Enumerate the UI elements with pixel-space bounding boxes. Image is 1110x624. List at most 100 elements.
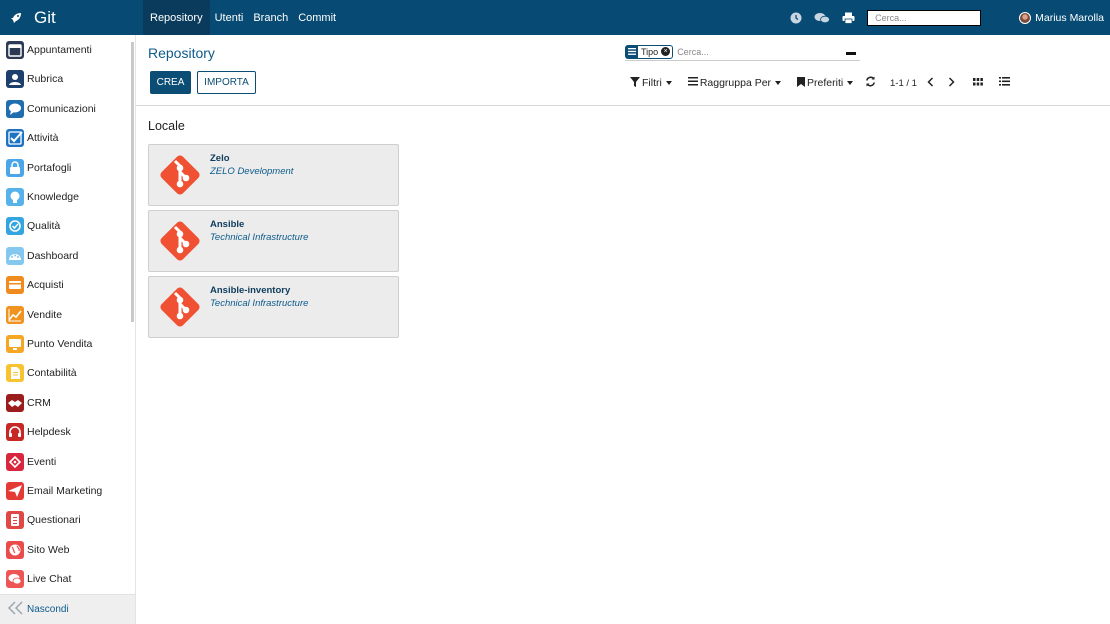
git-logo-icon bbox=[155, 150, 205, 200]
repository-name: Ansible-inventory bbox=[210, 285, 291, 296]
bookmark-icon bbox=[797, 76, 806, 90]
list-view-icon[interactable] bbox=[998, 77, 1010, 89]
repository-project: Technical Infrastructure bbox=[210, 232, 309, 243]
sidebar-item-label: Acquisti bbox=[27, 279, 64, 292]
caret-down-icon bbox=[665, 81, 672, 85]
search-toggle-icon[interactable] bbox=[846, 52, 856, 55]
sidebar-item-email-marketing[interactable]: Email Marketing bbox=[6, 481, 102, 501]
kanban-card[interactable]: Ansible Technical Infrastructure bbox=[148, 210, 399, 272]
sidebar-item-crm[interactable]: CRM bbox=[6, 393, 51, 413]
user-menu[interactable]: Marius Marolla bbox=[1019, 11, 1104, 24]
sidebar-item-qualit[interactable]: Qualità bbox=[6, 216, 60, 236]
sidebar-item-vendite[interactable]: Vendite bbox=[6, 305, 62, 325]
sidebar-item-label: Portafogli bbox=[27, 161, 72, 174]
kanban-view: Locale Zelo ZELO Development Ansible Techni… bbox=[136, 107, 1110, 624]
filters-label: Filtri bbox=[642, 77, 662, 89]
group-by-dropdown[interactable]: Raggruppa Per bbox=[687, 75, 782, 91]
import-button[interactable]: IMPORTA bbox=[197, 71, 256, 94]
sidebar-item-label: Live Chat bbox=[27, 573, 72, 586]
sidebar-item-label: Eventi bbox=[27, 455, 57, 468]
avatar bbox=[1019, 11, 1032, 24]
top-menu: Repository Utenti Branch Commit bbox=[143, 0, 341, 35]
top-menu-utenti[interactable]: Utenti bbox=[210, 0, 249, 35]
livechat-icon bbox=[6, 570, 24, 589]
pager: 1-1 / 1 bbox=[865, 75, 1010, 91]
search-view: Tipo × Cerca... bbox=[625, 43, 860, 61]
dashboard-icon bbox=[6, 246, 24, 265]
sidebar-item-label: Questionari bbox=[27, 514, 81, 527]
top-right-area: Cerca... Marius Marolla bbox=[783, 0, 1110, 35]
search-input[interactable]: Cerca... bbox=[677, 47, 709, 57]
globe-icon bbox=[6, 540, 24, 559]
chart-icon bbox=[6, 305, 24, 324]
print-icon[interactable] bbox=[835, 0, 861, 35]
sidebar-collapse-button[interactable]: Nascondi bbox=[0, 594, 135, 624]
rocket-icon bbox=[10, 12, 22, 24]
caret-down-icon bbox=[847, 81, 854, 85]
sidebar-item-knowledge[interactable]: Knowledge bbox=[6, 187, 79, 207]
app-brand[interactable]: Git bbox=[0, 0, 143, 35]
caret-down-icon bbox=[775, 81, 782, 85]
contacts-icon bbox=[6, 70, 24, 89]
git-logo-icon bbox=[155, 282, 205, 332]
chevron-left-icon[interactable] bbox=[927, 76, 934, 90]
sidebar-item-comunicazioni[interactable]: Comunicazioni bbox=[6, 99, 96, 119]
sidebar-item-rubrica[interactable]: Rubrica bbox=[6, 69, 63, 89]
filters-dropdown[interactable]: Filtri bbox=[630, 75, 672, 91]
sidebar-item-label: Helpdesk bbox=[27, 426, 71, 439]
monitor-icon bbox=[6, 335, 24, 353]
control-panel: Repository CREA IMPORTA Tipo × Cerca... … bbox=[136, 35, 1110, 106]
refresh-icon[interactable] bbox=[865, 76, 876, 90]
sidebar-item-appuntamenti[interactable]: Appuntamenti bbox=[6, 40, 92, 60]
clock-icon[interactable] bbox=[783, 0, 809, 35]
sidebar-item-label: Qualità bbox=[27, 220, 61, 233]
sidebar-item-sito-web[interactable]: Sito Web bbox=[6, 540, 69, 560]
page-title[interactable]: Repository bbox=[148, 45, 215, 61]
sidebar-item-acquisti[interactable]: Acquisti bbox=[6, 275, 64, 295]
facet-remove-icon[interactable]: × bbox=[661, 47, 671, 56]
sidebar-scrollbar[interactable] bbox=[131, 42, 134, 322]
card-icon bbox=[6, 276, 24, 295]
user-name: Marius Marolla bbox=[1035, 11, 1104, 24]
sidebar-item-eventi[interactable]: Eventi bbox=[6, 452, 56, 472]
sidebar-item-label: Rubrica bbox=[27, 73, 64, 86]
sidebar-item-portafogli[interactable]: Portafogli bbox=[6, 158, 71, 178]
repository-project: ZELO Development bbox=[210, 166, 294, 177]
sidebar-item-questionari[interactable]: Questionari bbox=[6, 510, 81, 530]
kanban-card[interactable]: Zelo ZELO Development bbox=[148, 144, 399, 206]
sidebar-item-label: Appuntamenti bbox=[27, 44, 92, 56]
sidebar-item-attivit[interactable]: Attività bbox=[6, 128, 59, 148]
quality-icon bbox=[6, 217, 24, 236]
chevron-right-icon[interactable] bbox=[948, 76, 955, 90]
create-button[interactable]: CREA bbox=[150, 71, 191, 94]
sidebar-item-label: Contabilità bbox=[27, 367, 77, 380]
chat-icon[interactable] bbox=[809, 0, 835, 35]
pager-value[interactable]: 1-1 / 1 bbox=[890, 78, 917, 89]
sidebar-item-contabilit[interactable]: Contabilità bbox=[6, 363, 77, 383]
brain-icon bbox=[6, 188, 24, 206]
sidebar-item-live-chat[interactable]: Live Chat bbox=[6, 569, 71, 589]
sidebar-item-helpdesk[interactable]: Helpdesk bbox=[6, 422, 71, 442]
calendar-icon bbox=[6, 41, 24, 59]
sidebar-item-punto-vendita[interactable]: Punto Vendita bbox=[6, 334, 92, 354]
top-search-input[interactable]: Cerca... bbox=[867, 9, 982, 26]
search-facet[interactable]: Tipo × bbox=[625, 44, 674, 59]
favorites-dropdown[interactable]: Preferiti bbox=[797, 75, 854, 91]
sidebar-item-label: Sito Web bbox=[27, 543, 70, 556]
app-title: Git bbox=[34, 7, 56, 27]
sidebar-item-label: Email Marketing bbox=[27, 485, 103, 497]
kanban-view-icon[interactable] bbox=[972, 77, 983, 89]
headset-icon bbox=[6, 423, 24, 442]
sidebar: Appuntamenti Rubrica Comunicazioni Attività… bbox=[0, 35, 136, 624]
sidebar-item-label: Dashboard bbox=[27, 249, 79, 262]
sidebar-item-dashboard[interactable]: Dashboard bbox=[6, 246, 78, 266]
sidebar-item-label: Knowledge bbox=[27, 191, 79, 203]
kanban-card[interactable]: Ansible-inventory Technical Infrastructur… bbox=[148, 276, 399, 338]
top-menu-commit[interactable]: Commit bbox=[293, 0, 341, 35]
top-menu-branch[interactable]: Branch bbox=[248, 0, 293, 35]
document-icon bbox=[6, 364, 24, 383]
repository-name: Zelo bbox=[210, 153, 230, 164]
top-menu-repository[interactable]: Repository bbox=[143, 0, 210, 35]
discuss-icon bbox=[6, 99, 24, 118]
ticket-icon bbox=[6, 452, 24, 471]
